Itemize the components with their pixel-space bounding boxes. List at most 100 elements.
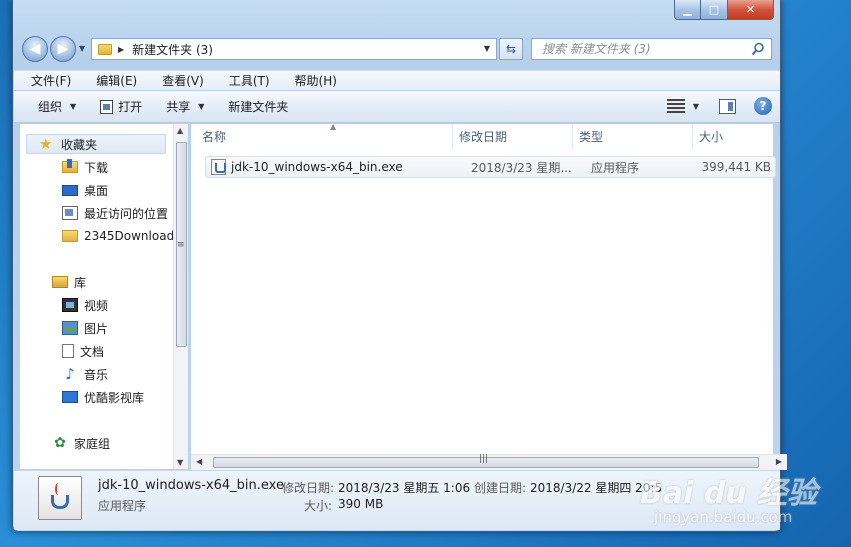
watermark-url: jingyan.baidu.com — [654, 508, 793, 526]
details-size-value: 390 MB — [338, 497, 384, 511]
column-header-type[interactable]: 类型 — [573, 124, 693, 149]
preview-pane-icon[interactable] — [719, 98, 736, 114]
nav-label: 下载 — [84, 160, 109, 175]
picture-icon — [62, 321, 78, 335]
java-installer-icon — [211, 159, 226, 175]
caption-buttons: ▁ □ ✕ — [674, 0, 774, 20]
search-box[interactable] — [531, 38, 772, 60]
help-icon[interactable]: ? — [754, 97, 772, 115]
baidu-jingyan-watermark: Bai du 经验 jingyan.baidu.com — [640, 464, 840, 534]
nav-music[interactable]: ♪ 音乐 — [62, 364, 108, 384]
nav-recent-places[interactable]: 最近访问的位置 — [62, 203, 168, 223]
details-size-label: 大小: — [304, 499, 333, 513]
file-size: 399,441 KB — [701, 160, 771, 174]
view-dropdown-icon[interactable]: ▼ — [693, 102, 699, 111]
nav-label: 家庭组 — [74, 436, 111, 451]
refresh-icon: ⇆ — [505, 42, 517, 56]
column-label: 大小 — [699, 130, 724, 144]
nav-favorites[interactable]: ★ 收藏夹 — [26, 134, 166, 154]
view-controls: ▼ ? — [666, 97, 772, 115]
desktop-icon — [62, 184, 78, 196]
view-options-icon[interactable] — [666, 99, 685, 113]
nav-documents[interactable]: 文档 — [62, 341, 104, 361]
recent-places-icon — [62, 206, 78, 220]
nav-label: 收藏夹 — [61, 137, 98, 152]
share-label: 共享 — [166, 100, 191, 114]
menu-tools[interactable]: 工具(T) — [212, 72, 278, 89]
nav-label: 桌面 — [84, 183, 109, 198]
library-icon — [52, 276, 68, 288]
folder-icon — [62, 230, 78, 242]
search-icon[interactable] — [751, 42, 765, 56]
maximize-button[interactable]: □ — [701, 0, 728, 20]
breadcrumb-current[interactable]: 新建文件夹 (3) — [132, 41, 213, 58]
homegroup-icon: ✿ — [54, 435, 66, 451]
details-modified-label: 修改日期: — [282, 481, 335, 495]
menu-view[interactable]: 查看(V) — [145, 72, 212, 89]
nav-label: 库 — [74, 275, 87, 290]
column-header-size[interactable]: 大小 — [693, 124, 773, 149]
nav-label: 音乐 — [84, 367, 109, 382]
share-button[interactable]: 共享 ▼ — [166, 98, 204, 115]
chevron-down-icon: ▼ — [198, 102, 205, 111]
command-bar: 组织 ▼ 打开 共享 ▼ 新建文件夹 ▼ ? — [14, 91, 780, 123]
new-folder-button[interactable]: 新建文件夹 — [228, 98, 288, 115]
column-label: 修改日期 — [459, 130, 508, 144]
scroll-down-icon[interactable]: ▼ — [177, 458, 183, 467]
minimize-button[interactable]: ▁ — [674, 0, 701, 20]
nav-downloads[interactable]: 下载 — [62, 157, 108, 177]
open-button[interactable]: 打开 — [100, 98, 142, 115]
details-file-type: 应用程序 — [98, 499, 147, 513]
recent-pages-dropdown[interactable]: ▼ — [79, 44, 85, 53]
chevron-down-icon: ▼ — [70, 102, 77, 111]
search-input[interactable] — [542, 42, 742, 56]
nav-2345downloads[interactable]: 2345Downloads — [62, 226, 177, 246]
column-label: 名称 — [202, 130, 227, 144]
navigation-pane: ★ 收藏夹 下载 桌面 最近访问的位置 2345Downloads 库 视频 图… — [20, 124, 177, 469]
video-icon — [62, 298, 78, 312]
new-folder-label: 新建文件夹 — [228, 100, 289, 114]
column-header-name[interactable]: 名称 — [191, 124, 453, 149]
star-icon: ★ — [39, 135, 53, 153]
breadcrumb-arrow-icon[interactable]: ▶ — [118, 45, 124, 54]
address-dropdown-icon[interactable]: ▼ — [484, 44, 490, 53]
details-modified-value[interactable]: 2018/3/23 星期五 1:06 — [338, 479, 470, 496]
menu-help[interactable]: 帮助(H) — [278, 72, 345, 89]
nav-label: 文档 — [80, 344, 105, 359]
file-row[interactable]: jdk-10_windows-x64_bin.exe 2018/3/23 星期.… — [205, 156, 776, 178]
downloads-folder-icon — [62, 159, 78, 173]
menu-edit[interactable]: 编辑(E) — [79, 72, 145, 89]
java-installer-icon — [38, 476, 82, 520]
nav-libraries[interactable]: 库 — [52, 272, 86, 292]
nav-youku[interactable]: 优酷影视库 — [62, 387, 144, 407]
youku-library-icon — [62, 391, 78, 403]
column-header-modified[interactable]: 修改日期 — [453, 124, 573, 149]
menu-file[interactable]: 文件(F) — [14, 72, 79, 89]
music-note-icon: ♪ — [65, 365, 75, 383]
organize-button[interactable]: 组织 ▼ — [38, 98, 76, 115]
application-icon — [100, 99, 114, 114]
back-button[interactable]: ◀ — [22, 36, 48, 62]
grip-icon: ≡ — [177, 240, 185, 250]
nav-homegroup[interactable]: ✿ 家庭组 — [52, 433, 110, 453]
navigation-scrollbar[interactable]: ▲ ≡ ▼ — [173, 124, 188, 469]
nav-desktop[interactable]: 桌面 — [62, 180, 108, 200]
nav-label: 图片 — [84, 321, 109, 336]
nav-pictures[interactable]: 图片 — [62, 318, 108, 338]
scroll-left-icon[interactable]: ◀ — [196, 457, 202, 466]
forward-button[interactable]: ▶ — [50, 36, 76, 62]
explorer-window: ▁ □ ✕ ◀ ▶ ▼ ▶ 新建文件夹 (3) ▼ ⇆ 文件(F) 编辑(E) … — [12, 0, 787, 532]
scroll-up-icon[interactable]: ▲ — [177, 126, 183, 135]
details-created-label: 创建日期: — [474, 481, 527, 495]
watermark-brand: Bai du 经验 — [640, 476, 818, 511]
nav-label: 2345Downloads — [84, 229, 177, 243]
menu-bar: 文件(F) 编辑(E) 查看(V) 工具(T) 帮助(H) — [14, 70, 780, 90]
organize-label: 组织 — [38, 100, 63, 114]
column-label: 类型 — [579, 130, 604, 144]
arrow-left-icon: ◀ — [29, 41, 41, 57]
nav-videos[interactable]: 视频 — [62, 295, 108, 315]
refresh-button[interactable]: ⇆ — [499, 38, 523, 60]
close-button[interactable]: ✕ — [728, 0, 774, 20]
address-bar[interactable]: ▶ 新建文件夹 (3) ▼ — [91, 38, 497, 60]
arrow-right-icon: ▶ — [57, 41, 69, 57]
